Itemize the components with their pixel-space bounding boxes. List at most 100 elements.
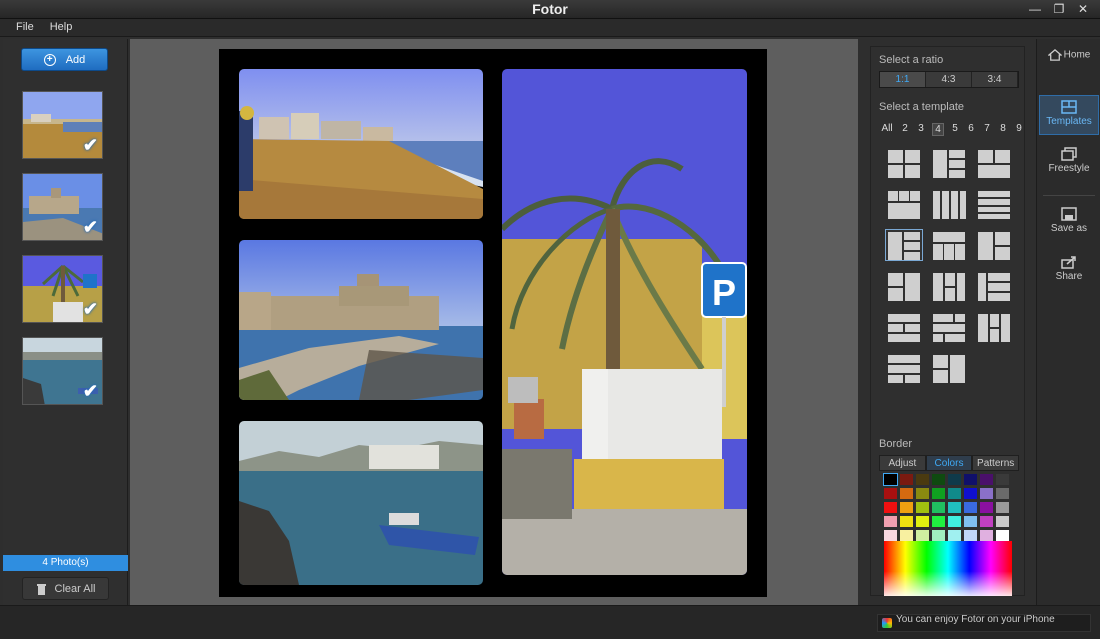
- color-swatch[interactable]: [884, 502, 897, 513]
- template-15[interactable]: [975, 311, 1013, 343]
- template-2[interactable]: [930, 147, 968, 179]
- template-10[interactable]: [885, 270, 923, 302]
- color-swatch[interactable]: [916, 530, 929, 541]
- color-swatch[interactable]: [932, 488, 945, 499]
- template-6[interactable]: [975, 188, 1013, 220]
- photo-thumbnail-beach[interactable]: ✔: [22, 91, 103, 159]
- minimize-button[interactable]: —: [1026, 0, 1044, 18]
- template-8[interactable]: [930, 229, 968, 261]
- template-16[interactable]: [885, 352, 923, 384]
- color-swatch[interactable]: [948, 474, 961, 485]
- tab-patterns[interactable]: Patterns: [972, 455, 1020, 471]
- filter-8[interactable]: 8: [998, 123, 1008, 136]
- collage-cell-beach[interactable]: [239, 69, 483, 219]
- nav-freestyle[interactable]: Freestyle: [1039, 143, 1099, 183]
- tab-colors[interactable]: Colors: [925, 455, 973, 471]
- color-swatch[interactable]: [884, 530, 897, 541]
- color-swatch[interactable]: [948, 488, 961, 499]
- nav-home[interactable]: Home: [1039, 49, 1099, 89]
- color-swatch[interactable]: [932, 474, 945, 485]
- color-swatch[interactable]: [964, 502, 977, 513]
- iphone-notice[interactable]: You can enjoy Fotor on your iPhone: [877, 614, 1091, 632]
- template-7[interactable]: [885, 229, 923, 261]
- template-3[interactable]: [975, 147, 1013, 179]
- color-swatch[interactable]: [948, 530, 961, 541]
- close-button[interactable]: ✕: [1074, 0, 1092, 18]
- filter-6[interactable]: 6: [966, 123, 976, 136]
- filter-3[interactable]: 3: [916, 123, 926, 136]
- color-swatch[interactable]: [884, 516, 897, 527]
- freestyle-icon: [1061, 147, 1077, 161]
- color-swatch[interactable]: [964, 474, 977, 485]
- color-swatch[interactable]: [932, 530, 945, 541]
- template-11[interactable]: [930, 270, 968, 302]
- nav-divider: [1043, 195, 1095, 196]
- ratio-1-1[interactable]: 1:1: [880, 72, 926, 87]
- nav-templates[interactable]: Templates: [1039, 95, 1099, 135]
- filter-all[interactable]: All: [880, 123, 894, 136]
- color-swatch[interactable]: [916, 474, 929, 485]
- color-swatch[interactable]: [980, 530, 993, 541]
- filter-4[interactable]: 4: [932, 123, 944, 136]
- color-swatch[interactable]: [932, 516, 945, 527]
- checkmark-icon: ✔: [82, 381, 98, 401]
- save-icon: [1061, 207, 1077, 221]
- filter-2[interactable]: 2: [900, 123, 910, 136]
- menu-help[interactable]: Help: [50, 19, 73, 36]
- filter-7[interactable]: 7: [982, 123, 992, 136]
- template-5[interactable]: [930, 188, 968, 220]
- color-swatch[interactable]: [964, 488, 977, 499]
- photo-thumbnail-castle[interactable]: ✔: [22, 173, 103, 241]
- svg-text:P: P: [712, 272, 736, 313]
- color-swatch[interactable]: [900, 530, 913, 541]
- color-swatch[interactable]: [996, 474, 1009, 485]
- color-swatch[interactable]: [964, 530, 977, 541]
- template-13[interactable]: [885, 311, 923, 343]
- template-17[interactable]: [930, 352, 968, 384]
- color-swatch[interactable]: [980, 516, 993, 527]
- color-swatch[interactable]: [996, 530, 1009, 541]
- color-swatch[interactable]: [916, 502, 929, 513]
- template-9[interactable]: [975, 229, 1013, 261]
- color-swatch[interactable]: [900, 474, 913, 485]
- ratio-3-4[interactable]: 3:4: [972, 72, 1018, 87]
- clear-all-button[interactable]: Clear All: [22, 577, 109, 600]
- color-swatch[interactable]: [980, 474, 993, 485]
- color-spectrum[interactable]: [884, 541, 1012, 596]
- add-button[interactable]: + Add: [21, 48, 108, 71]
- color-swatch[interactable]: [900, 488, 913, 499]
- harbor-image: [239, 421, 483, 585]
- filter-9[interactable]: 9: [1014, 123, 1024, 136]
- color-swatch[interactable]: [996, 502, 1009, 513]
- color-swatch[interactable]: [948, 502, 961, 513]
- collage-cell-palm[interactable]: P: [502, 69, 747, 575]
- nav-share[interactable]: Share: [1039, 251, 1099, 291]
- color-swatch[interactable]: [916, 488, 929, 499]
- collage-cell-castle[interactable]: [239, 240, 483, 400]
- filter-5[interactable]: 5: [950, 123, 960, 136]
- restore-button[interactable]: ❐: [1050, 0, 1068, 18]
- photo-thumbnail-palm[interactable]: ✔: [22, 255, 103, 323]
- menu-file[interactable]: File: [16, 19, 34, 36]
- color-swatch[interactable]: [884, 488, 897, 499]
- color-swatch[interactable]: [964, 516, 977, 527]
- color-swatch[interactable]: [996, 488, 1009, 499]
- color-swatch[interactable]: [900, 516, 913, 527]
- color-swatch[interactable]: [883, 473, 898, 486]
- template-4[interactable]: [885, 188, 923, 220]
- ratio-4-3[interactable]: 4:3: [926, 72, 972, 87]
- template-12[interactable]: [975, 270, 1013, 302]
- collage-cell-harbor[interactable]: [239, 421, 483, 585]
- color-swatch[interactable]: [980, 502, 993, 513]
- nav-save-as[interactable]: Save as: [1039, 203, 1099, 243]
- color-swatch[interactable]: [996, 516, 1009, 527]
- tab-adjust[interactable]: Adjust: [879, 455, 926, 471]
- template-1[interactable]: [885, 147, 923, 179]
- template-14[interactable]: [930, 311, 968, 343]
- color-swatch[interactable]: [980, 488, 993, 499]
- photo-thumbnail-harbor[interactable]: ✔: [22, 337, 103, 405]
- color-swatch[interactable]: [900, 502, 913, 513]
- color-swatch[interactable]: [948, 516, 961, 527]
- color-swatch[interactable]: [932, 502, 945, 513]
- color-swatch[interactable]: [916, 516, 929, 527]
